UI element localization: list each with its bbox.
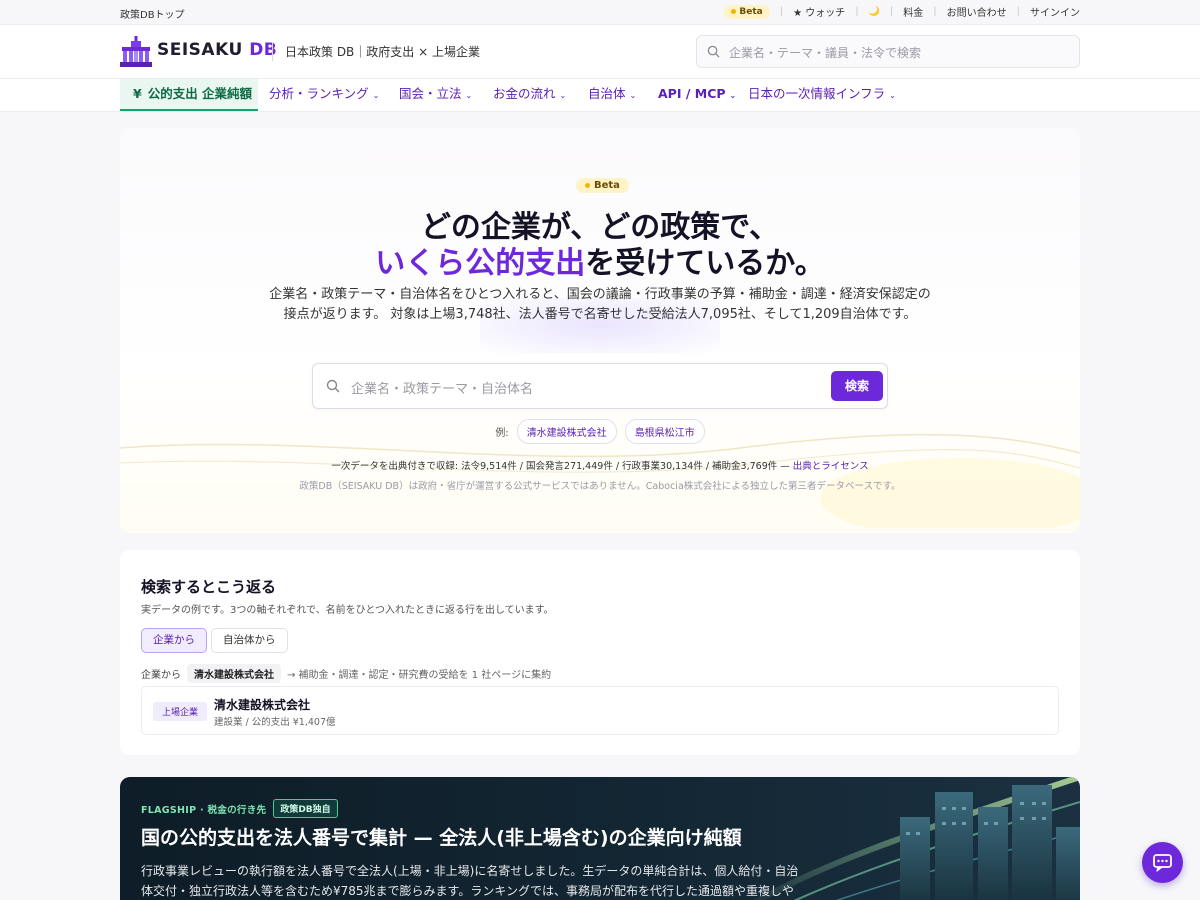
header-search-input[interactable]: 企業名・テーマ・議員・法令で検索 <box>696 35 1080 68</box>
signin-link[interactable]: サインイン <box>1030 4 1080 19</box>
divider: | <box>1016 6 1020 17</box>
crumb-label: 企業から <box>141 670 181 681</box>
nav-label: 自治体 <box>588 86 626 101</box>
chevron-down-icon: ⌄ <box>372 91 380 100</box>
data-stats: 一次データを出典付きで収録: 法令9,514件 / 国会発言271,449件 /… <box>120 458 1080 472</box>
site-logo[interactable]: SEISAKU DB <box>157 40 277 60</box>
nav-label: 国会・立法 <box>399 86 462 101</box>
logo-db-text: DB <box>249 40 278 60</box>
beta-label: Beta <box>594 180 620 191</box>
listed-company-badge: 上場企業 <box>153 702 208 721</box>
chat-icon <box>1153 854 1172 872</box>
chevron-down-icon: ⌄ <box>559 91 567 100</box>
search-examples: 例: 清水建設株式会社 島根県松江市 <box>120 419 1080 444</box>
chevron-down-icon: ⌄ <box>465 91 473 100</box>
hero-title-line2: いくら公的支出を受けているか。 <box>120 238 1080 282</box>
theme-toggle-moon-icon[interactable]: 🌙 <box>869 7 880 17</box>
utility-bar: 政策DBトップ Beta | ★ ウォッチ | 🌙 | 料金 | お問い合わせ … <box>0 0 1200 25</box>
main-nav: ¥ 公的支出 企業純額 分析・ランキング ⌄ 国会・立法 ⌄ お金の流れ ⌄ 自治体 ⌄ … <box>0 79 1200 112</box>
chat-button[interactable] <box>1142 842 1183 883</box>
result-company-name[interactable]: 清水建設株式会社 <box>214 696 310 713</box>
nav-primary-info-infra[interactable]: 日本の一次情報インフラ ⌄ <box>748 79 896 111</box>
nav-money-flow[interactable]: お金の流れ ⌄ <box>493 79 566 111</box>
hero-beta-badge: Beta <box>576 178 629 193</box>
nav-municipalities[interactable]: 自治体 ⌄ <box>588 79 636 111</box>
beta-label: Beta <box>739 6 763 17</box>
search-icon <box>326 379 340 393</box>
crumb-company: 清水建設株式会社 <box>187 664 281 683</box>
beta-badge: Beta <box>724 4 770 19</box>
flagship-kicker: FLAGSHIP · 税金の行き先 政策DB独自 <box>141 799 338 818</box>
search-icon <box>707 45 720 58</box>
pricing-link[interactable]: 料金 <box>903 4 923 19</box>
parliament-logo-icon[interactable] <box>120 36 152 67</box>
divider: | <box>933 6 937 17</box>
section-title: 検索するとこう返る <box>141 578 277 596</box>
hero-title-rest: を受けているか。 <box>585 246 825 281</box>
divider: | <box>779 6 784 17</box>
beta-dot-icon <box>585 183 590 188</box>
chevron-down-icon: ⌄ <box>889 91 896 100</box>
utility-links: Beta | ★ ウォッチ | 🌙 | 料金 | お問い合わせ | サインイン <box>724 4 1080 19</box>
stats-text: 一次データを出典付きで収録: 法令9,514件 / 国会発言271,449件 /… <box>331 461 790 472</box>
result-row[interactable]: 上場企業 清水建設株式会社 建設業 / 公的支出 ¥1,407億 <box>141 686 1059 735</box>
home-link[interactable]: 政策DBトップ <box>120 6 185 21</box>
result-meta: 建設業 / 公的支出 ¥1,407億 <box>214 717 336 728</box>
divider: | <box>855 6 859 17</box>
watch-link[interactable]: ★ ウォッチ <box>793 4 845 19</box>
sample-results-section: 検索するとこう返る 実データの例です。3つの軸それぞれで、名前をひとつ入れたとき… <box>120 550 1080 755</box>
flagship-body: 行政事業レビューの執行額を法人番号で全法人(上場・非上場)に名寄せしました。生デ… <box>141 864 799 898</box>
chevron-down-icon: ⌄ <box>729 91 737 100</box>
hero-section: Beta どの企業が、どの政策で、 いくら公的支出を受けているか。 企業名・政策… <box>120 128 1080 533</box>
hero-search-input[interactable]: 企業名・政策テーマ・自治体名 検索 <box>312 363 888 409</box>
divider: | <box>889 6 894 17</box>
contact-link[interactable]: お問い合わせ <box>947 4 1007 19</box>
logo-main-text: SEISAKU <box>157 40 243 60</box>
original-badge: 政策DB独自 <box>273 799 338 818</box>
example-chip[interactable]: 島根県松江市 <box>624 419 705 444</box>
site-tagline: 日本政策 DB｜政府支出 × 上場企業 <box>285 45 480 59</box>
flagship-title[interactable]: 国の公的支出を法人番号で集計 — 全法人(非上場含む)の企業向け純額 <box>141 823 742 850</box>
chevron-down-icon: ⌄ <box>629 91 637 100</box>
search-button[interactable]: 検索 <box>831 371 883 401</box>
example-chip[interactable]: 清水建設株式会社 <box>516 419 617 444</box>
nav-diet-legislation[interactable]: 国会・立法 ⌄ <box>399 79 472 111</box>
hero-title-accent: いくら公的支出 <box>375 246 586 281</box>
nav-label: API / MCP <box>658 86 726 101</box>
disclaimer: 政策DB（SEISAKU DB）は政府・省庁が運営する公式サービスではありません… <box>299 481 901 492</box>
crumb-desc: → 補助金・調達・認定・研究費の受給を 1 社ページに集約 <box>287 670 552 681</box>
site-header: SEISAKU DB 日本政策 DB｜政府支出 × 上場企業 企業名・テーマ・議… <box>0 25 1200 79</box>
nav-public-spending[interactable]: ¥ 公的支出 企業純額 <box>120 79 258 111</box>
kicker-text: FLAGSHIP · 税金の行き先 <box>141 804 267 816</box>
nav-analysis-ranking[interactable]: 分析・ランキング ⌄ <box>269 79 379 111</box>
nav-label: 公的支出 企業純額 <box>147 86 253 101</box>
flagship-banner[interactable]: FLAGSHIP · 税金の行き先 政策DB独自 国の公的支出を法人番号で集計 —… <box>120 777 1080 900</box>
nav-api-mcp[interactable]: API / MCP ⌄ <box>658 79 736 111</box>
nav-label: お金の流れ <box>493 86 556 101</box>
divider <box>272 43 273 61</box>
yen-icon: ¥ <box>133 86 142 101</box>
query-breadcrumb: 企業から 清水建設株式会社 → 補助金・調達・認定・研究費の受給を 1 社ページ… <box>141 664 551 683</box>
tab-by-municipality[interactable]: 自治体から <box>211 628 288 653</box>
hero-lead: 企業名・政策テーマ・自治体名をひとつ入れると、国会の議論・行政事業の予算・補助金… <box>269 287 931 322</box>
beta-dot-icon <box>731 9 737 14</box>
sources-license-link[interactable]: 出典とライセンス <box>793 461 869 472</box>
section-subtitle: 実データの例です。3つの軸それぞれで、名前をひとつ入れたときに返る行を出していま… <box>141 605 554 616</box>
header-search-placeholder: 企業名・テーマ・議員・法令で検索 <box>729 46 922 60</box>
examples-label: 例: <box>495 428 509 439</box>
nav-label: 日本の一次情報インフラ <box>748 86 886 101</box>
tab-by-company[interactable]: 企業から <box>141 628 207 653</box>
nav-label: 分析・ランキング <box>269 86 369 101</box>
hero-search-placeholder: 企業名・政策テーマ・自治体名 <box>351 382 534 397</box>
